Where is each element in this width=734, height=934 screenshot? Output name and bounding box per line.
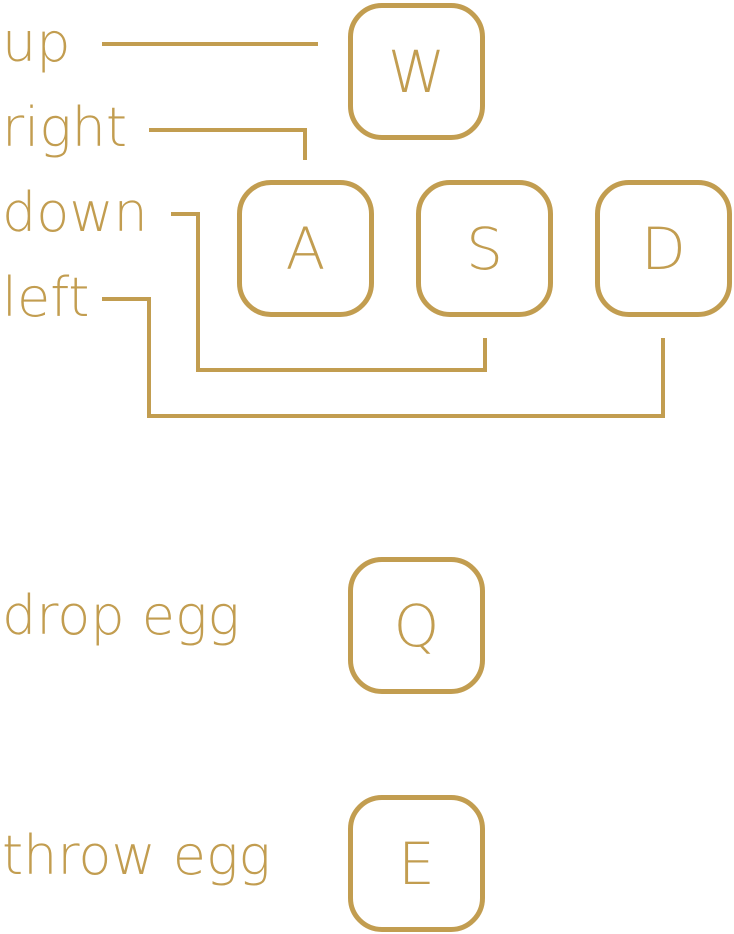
label-drop-egg: drop egg: [2, 584, 240, 647]
key-e: E: [348, 795, 485, 932]
key-a: A: [237, 180, 374, 317]
key-d: D: [595, 180, 732, 317]
connector-right: [149, 128, 307, 160]
label-down: down: [2, 181, 148, 244]
label-up: up: [2, 11, 71, 74]
key-q: Q: [348, 557, 485, 694]
key-s: S: [416, 180, 553, 317]
connector-left: [102, 297, 665, 418]
label-left: left: [2, 266, 90, 329]
key-w: W: [348, 3, 485, 140]
label-right: right: [2, 96, 128, 159]
label-throw-egg: throw egg: [2, 824, 271, 887]
